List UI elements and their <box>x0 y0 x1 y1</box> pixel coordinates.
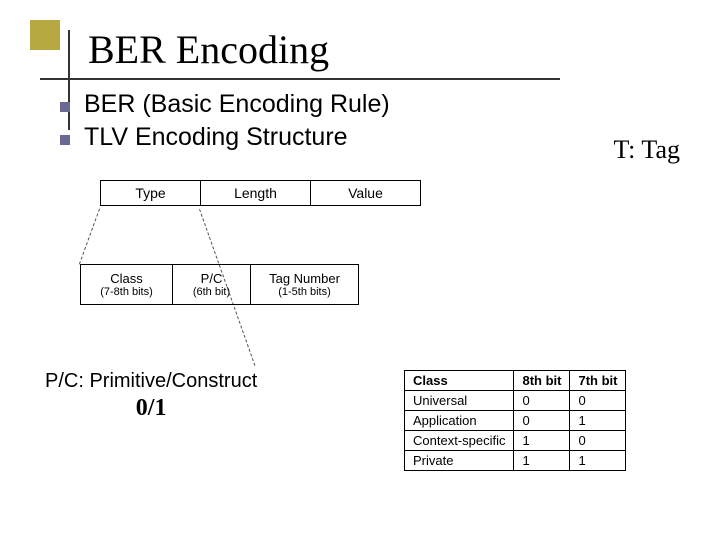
tlv-structure: Type Length Value <box>100 180 421 206</box>
list-item: BER (Basic Encoding Rule) <box>60 90 390 119</box>
field-pc-sub: (6th bit) <box>173 286 250 298</box>
table-row: Application 0 1 <box>405 411 626 431</box>
class-bits-table: Class 8th bit 7th bit Universal 0 0 Appl… <box>404 370 626 471</box>
type-field-breakdown: Class (7-8th bits) P/C (6th bit) Tag Num… <box>80 264 359 305</box>
bullet-text: TLV Encoding Structure <box>84 123 348 152</box>
slide: BER Encoding BER (Basic Encoding Rule) T… <box>0 0 720 540</box>
col-class: Class <box>405 371 514 391</box>
title-accent-square <box>30 20 60 50</box>
bullet-icon <box>60 102 70 112</box>
cell-bit7: 0 <box>570 391 626 411</box>
pc-note-line: P/C: Primitive/Construct <box>45 370 257 392</box>
cell-class: Context-specific <box>405 431 514 451</box>
field-tag-cell: Tag Number (1-5th bits) <box>251 265 359 305</box>
cell-class: Universal <box>405 391 514 411</box>
bullet-list: BER (Basic Encoding Rule) TLV Encoding S… <box>60 90 390 156</box>
guide-line <box>79 209 100 265</box>
table-row: Context-specific 1 0 <box>405 431 626 451</box>
cell-class: Private <box>405 451 514 471</box>
cell-bit8: 1 <box>514 431 570 451</box>
field-class-cell: Class (7-8th bits) <box>81 265 173 305</box>
cell-bit8: 0 <box>514 411 570 431</box>
col-7th: 7th bit <box>570 371 626 391</box>
tlv-table: Type Length Value <box>100 180 421 206</box>
fields-table: Class (7-8th bits) P/C (6th bit) Tag Num… <box>80 264 359 305</box>
pc-note: P/C: Primitive/Construct 0/1 <box>45 370 257 422</box>
field-pc-cell: P/C (6th bit) <box>173 265 251 305</box>
title-rule-horizontal <box>40 78 560 80</box>
cell-bit8: 0 <box>514 391 570 411</box>
field-tag-sub: (1-5th bits) <box>251 286 358 298</box>
page-title: BER Encoding <box>88 26 329 73</box>
table-row: Universal 0 0 <box>405 391 626 411</box>
cell-bit7: 1 <box>570 451 626 471</box>
cell-bit7: 0 <box>570 431 626 451</box>
col-8th: 8th bit <box>514 371 570 391</box>
tlv-value-cell: Value <box>311 181 421 206</box>
table-row: Private 1 1 <box>405 451 626 471</box>
field-pc-label: P/C <box>201 271 223 286</box>
cell-bit7: 1 <box>570 411 626 431</box>
t-tag-note: T: Tag <box>614 135 680 165</box>
bullet-text: BER (Basic Encoding Rule) <box>84 90 390 119</box>
tlv-type-cell: Type <box>101 181 201 206</box>
bullet-icon <box>60 135 70 145</box>
cell-class: Application <box>405 411 514 431</box>
tlv-length-cell: Length <box>201 181 311 206</box>
table-header-row: Class 8th bit 7th bit <box>405 371 626 391</box>
pc-note-values: 0/1 <box>45 395 257 422</box>
field-class-sub: (7-8th bits) <box>81 286 172 298</box>
field-tag-label: Tag Number <box>269 271 340 286</box>
field-class-label: Class <box>110 271 143 286</box>
list-item: TLV Encoding Structure <box>60 123 390 152</box>
cell-bit8: 1 <box>514 451 570 471</box>
